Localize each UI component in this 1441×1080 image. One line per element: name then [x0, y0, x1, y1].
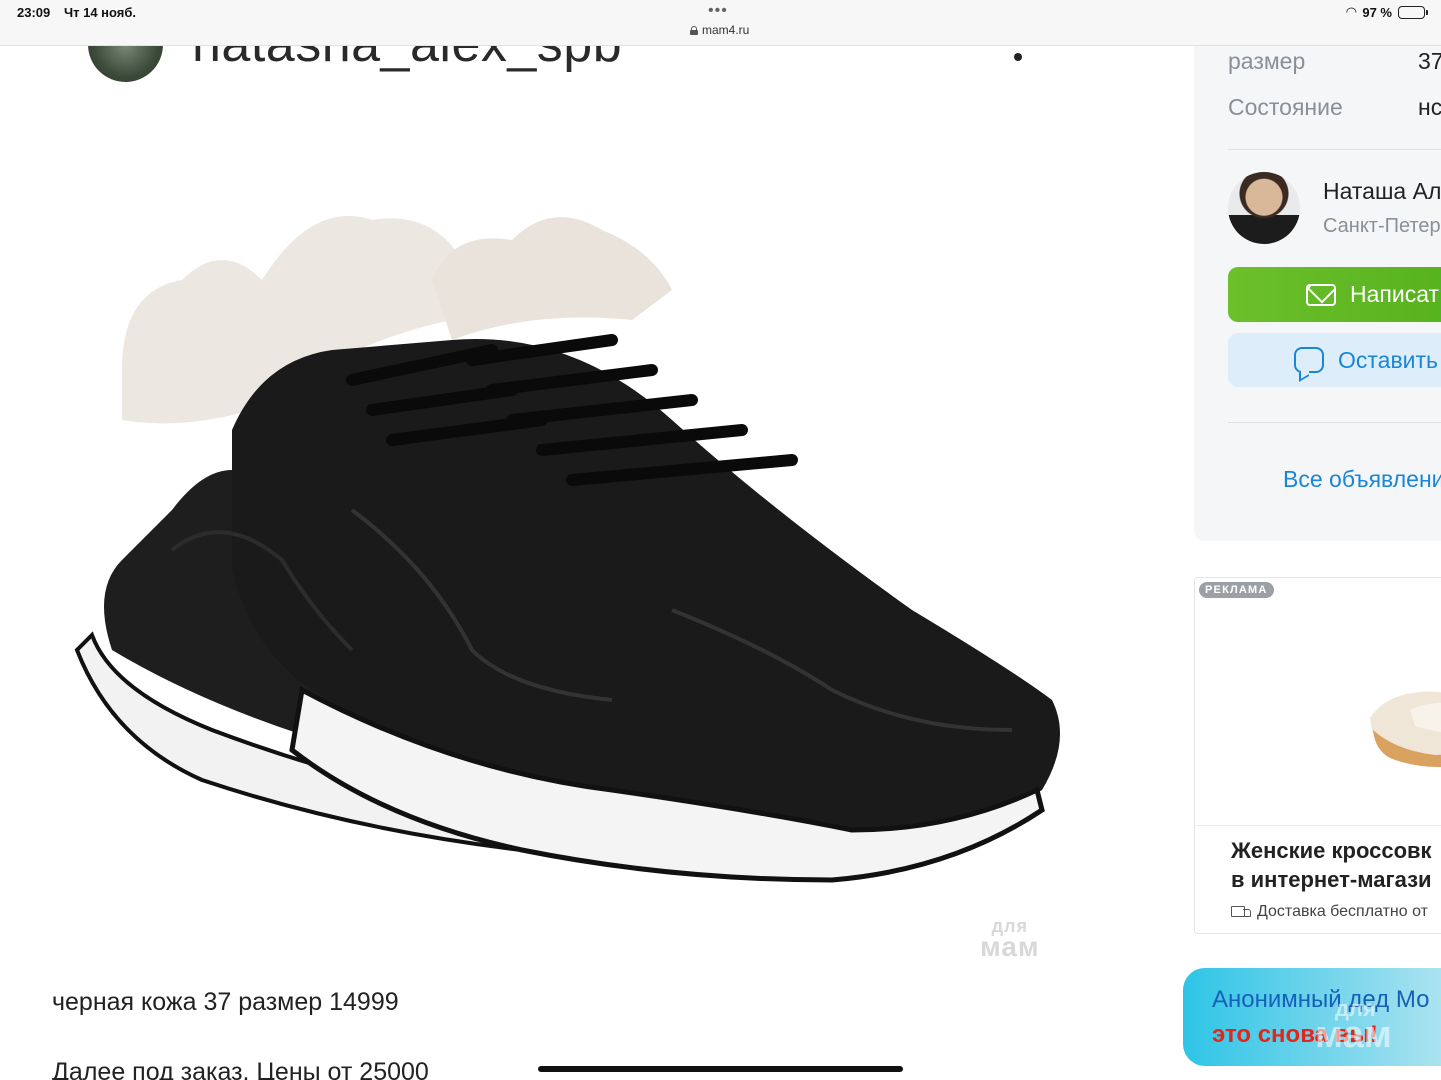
battery-icon	[1398, 5, 1428, 19]
watermark-bottom: мам	[980, 931, 1040, 963]
seller-name[interactable]: Наташа Ал	[1323, 178, 1441, 205]
product-photo[interactable]	[52, 90, 1074, 970]
promo-watermark-bottom: мам	[1315, 1013, 1392, 1056]
promo-banner[interactable]	[1183, 968, 1441, 1066]
home-indicator[interactable]	[538, 1066, 903, 1072]
leave-review-button[interactable]: Оставить	[1228, 333, 1441, 387]
write-message-label: Написат	[1350, 281, 1440, 307]
ad-delivery-text: Доставка бесплатно от	[1257, 903, 1428, 920]
more-dots-icon[interactable]: •••	[708, 2, 728, 20]
leave-review-label: Оставить	[1338, 346, 1439, 373]
wifi-icon: ◠	[1346, 4, 1357, 19]
divider	[1228, 149, 1441, 150]
divider	[1195, 825, 1441, 826]
write-message-button[interactable]: Написат	[1228, 267, 1441, 322]
chat-icon	[1294, 347, 1324, 373]
address-bar[interactable]: mam4.ru	[690, 23, 749, 37]
divider	[1228, 422, 1441, 423]
post-description: черная кожа 37 размер 14999	[52, 988, 399, 1016]
lock-icon	[690, 25, 698, 35]
post-description-2: Далее под заказ. Цены от 25000	[52, 1058, 429, 1080]
property-label-condition: Состояние	[1228, 94, 1343, 120]
status-time: 23:09	[17, 5, 51, 20]
all-ads-link[interactable]: Все объявлени	[1283, 466, 1441, 493]
photo-watermark: для мам	[980, 917, 1040, 963]
mail-icon	[1306, 283, 1336, 306]
ad-title-line2[interactable]: в интернет-магази	[1231, 867, 1432, 893]
property-value-condition: нс	[1418, 94, 1441, 120]
seller-city: Санкт-Петер	[1323, 215, 1441, 237]
truck-icon	[1231, 905, 1251, 919]
status-date: Чт 14 нояб.	[64, 5, 137, 20]
promo-watermark: для мам	[1315, 998, 1392, 1056]
ad-badge: РЕКЛАМА	[1199, 582, 1274, 598]
status-right: ◠ 97 %	[1346, 4, 1428, 20]
url-text: mam4.ru	[702, 23, 750, 37]
seller-avatar[interactable]	[1228, 172, 1300, 244]
status-bar: 23:09 Чт 14 нояб. ••• mam4.ru ◠ 97 %	[0, 0, 1441, 46]
property-label-size: размер	[1228, 48, 1306, 74]
property-value-size: 37	[1418, 48, 1441, 74]
ad-delivery: Доставка бесплатно от	[1231, 903, 1428, 921]
ad-image[interactable]	[1195, 600, 1441, 824]
battery-percent: 97 %	[1362, 4, 1392, 20]
ad-title-line1[interactable]: Женские кроссовк	[1231, 838, 1432, 864]
